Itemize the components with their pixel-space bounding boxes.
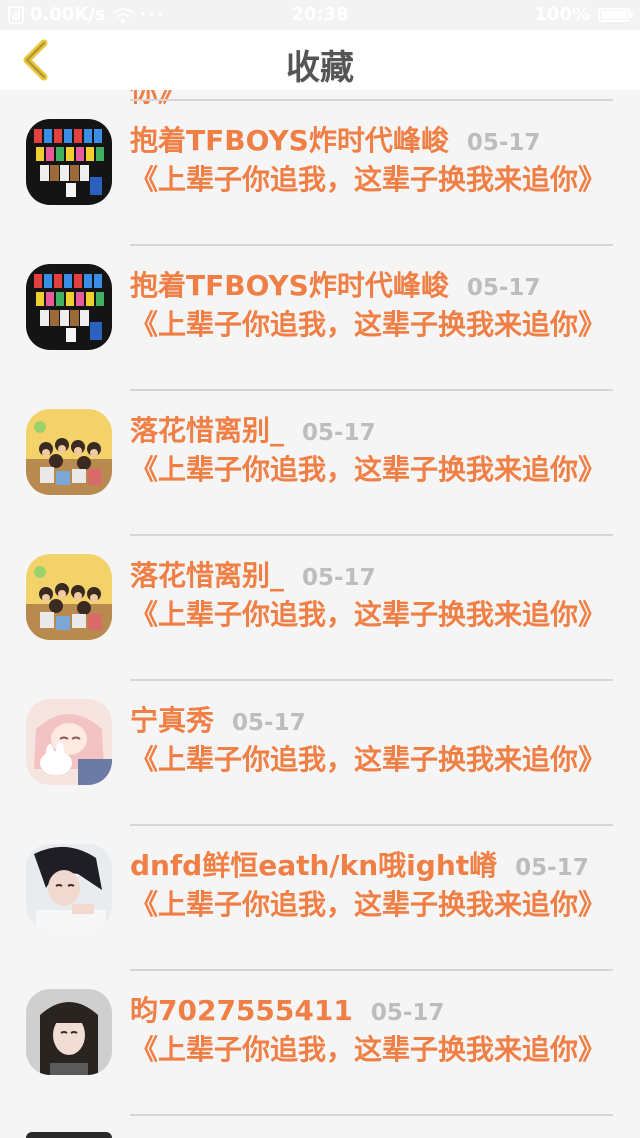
status-right: 100%: [534, 4, 633, 25]
nav-bar: 收藏: [0, 30, 640, 90]
battery-icon: [598, 7, 633, 22]
avatar[interactable]: [26, 409, 112, 495]
username[interactable]: dnfd鲜恒eath/kn哦ight嵴: [130, 844, 497, 884]
date-label: 05-17: [232, 710, 306, 736]
list-item[interactable]: 落花惜离别_ 05-17 《上辈子你追我，这辈子换我来追你》: [0, 536, 640, 681]
date-label: 05-17: [466, 275, 541, 301]
avatar[interactable]: [26, 699, 112, 785]
date-label: 05-17: [302, 565, 376, 591]
username[interactable]: 昀7027555411: [130, 989, 353, 1029]
username[interactable]: 抱着TFBOYS炸时代峰峻: [130, 264, 449, 304]
content-title[interactable]: 《上辈子你追我，这辈子换我来追你》: [130, 886, 606, 924]
content-title[interactable]: 《上辈子你追我，这辈子换我来追你》: [130, 1031, 606, 1069]
date-label: 05-17: [515, 855, 589, 881]
battery-level: [601, 10, 627, 19]
username[interactable]: 落花惜离别_: [130, 409, 284, 449]
username[interactable]: 宁真秀: [130, 699, 214, 739]
status-bar: 0.00K/s ··· 20:38 100%: [0, 0, 640, 30]
avatar[interactable]: [26, 989, 112, 1075]
divider: [130, 1114, 613, 1116]
list-item[interactable]: 抱着TFBOYS炸时代峰峻 05-17 《上辈子你追我，这辈子换我来追你》: [0, 101, 640, 246]
date-label: 05-17: [370, 1000, 445, 1026]
content-title[interactable]: 《上辈子你追我，这辈子换我来追你》: [130, 596, 606, 634]
username[interactable]: 抱着TFBOYS炸时代峰峻: [130, 119, 449, 159]
avatar[interactable]: [26, 1132, 112, 1138]
date-label: 05-17: [302, 420, 376, 446]
list-item[interactable]: 昀7027555411 05-17 《上辈子你追我，这辈子换我来追你》: [0, 971, 640, 1116]
avatar[interactable]: [26, 264, 112, 350]
page-title: 收藏: [286, 48, 354, 88]
list-item[interactable]: 抱着TFBOYS炸时代峰峻 05-17 《上辈子你追我，这辈子换我来追你》: [0, 246, 640, 391]
battery-percent: 100%: [534, 4, 590, 25]
content-title[interactable]: 《上辈子你追我，这辈子换我来追你》: [130, 306, 606, 344]
avatar[interactable]: [26, 844, 112, 930]
content-title[interactable]: 《上辈子你追我，这辈子换我来追你》: [130, 741, 606, 779]
content-title[interactable]: 《上辈子你追我，这辈子换我来追你》: [130, 161, 606, 199]
list-item[interactable]: 宁真秀 05-17 《上辈子你追我，这辈子换我来追你》: [0, 681, 640, 826]
list-item[interactable]: dnfd鲜恒eath/kn哦ight嵴 05-17 《上辈子你追我，这辈子换我来…: [0, 826, 640, 971]
avatar[interactable]: [26, 119, 112, 205]
content-title[interactable]: 《上辈子你追我，这辈子换我来追你》: [130, 451, 606, 489]
username[interactable]: 落花惜离别_: [130, 554, 284, 594]
date-label: 05-17: [466, 130, 541, 156]
list-item[interactable]: 落花惜离别_ 05-17 《上辈子你追我，这辈子换我来追你》: [0, 391, 640, 536]
avatar[interactable]: [26, 554, 112, 640]
